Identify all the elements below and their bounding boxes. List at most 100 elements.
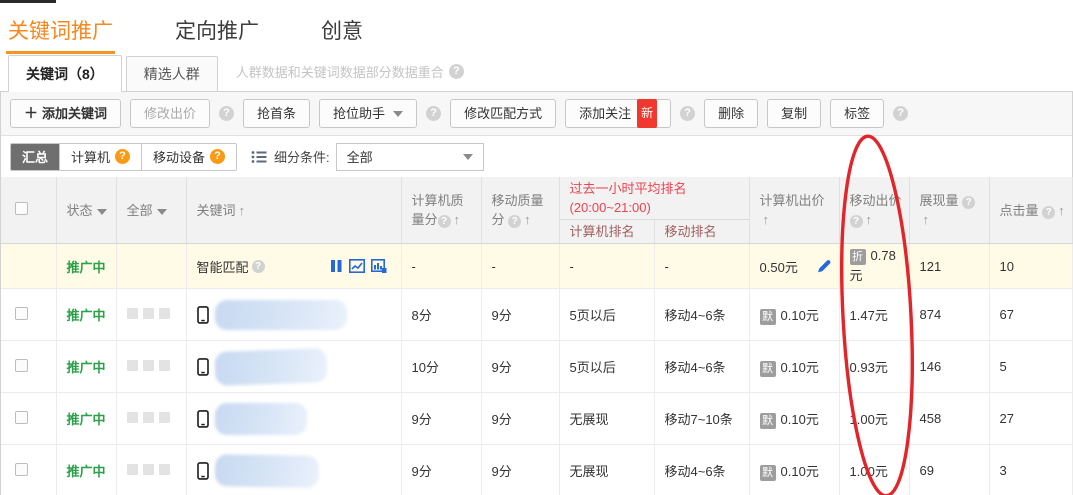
- sort-asc-icon[interactable]: ↑: [923, 212, 930, 227]
- select-all-checkbox[interactable]: [15, 202, 28, 215]
- help-icon[interactable]: ?: [508, 215, 521, 228]
- header-scope[interactable]: 全部: [116, 177, 186, 244]
- scope-cell: [116, 445, 186, 495]
- sort-asc-icon[interactable]: ↑: [1058, 203, 1065, 218]
- status-cell: 推广中: [56, 244, 116, 289]
- mobile-bid-cell: 0.93元: [839, 341, 909, 393]
- help-icon[interactable]: ?: [210, 149, 225, 164]
- sub-tabbar: 关键词（8） 精选人群 人群数据和关键词数据部分数据重合 ?: [0, 54, 1073, 91]
- keyword-cell[interactable]: [186, 341, 401, 393]
- help-icon[interactable]: ?: [680, 106, 695, 121]
- checkbox-cell: [1, 445, 56, 495]
- summary-row: 推广中 智能匹配 ? -: [1, 244, 1072, 289]
- window-edge-artifact: [0, 0, 56, 3]
- help-icon[interactable]: ?: [962, 196, 975, 209]
- segment-mobile[interactable]: 移动设备 ?: [141, 144, 236, 170]
- add-watch-button[interactable]: 添加关注 新: [565, 99, 671, 128]
- pause-icon[interactable]: [329, 259, 343, 273]
- row-checkbox[interactable]: [15, 307, 28, 320]
- mobile-phone-icon: [197, 358, 209, 376]
- pc-rank-cell: 无展现: [559, 445, 654, 495]
- keyword-cell[interactable]: [186, 393, 401, 445]
- pc-bid-cell: 默0.10元: [749, 393, 839, 445]
- help-icon[interactable]: ?: [115, 149, 130, 164]
- trend-chart-icon[interactable]: [349, 259, 365, 273]
- nav-tab-targeted-promotion[interactable]: 定向推广: [173, 15, 261, 54]
- keywords-table: 状态 全部 关键词↑ 计算机质量分?↑ 移动质量分 ?↑ 过去一小时平均排名(2…: [1, 177, 1073, 495]
- mobile-rank-cell: -: [654, 244, 749, 289]
- clicks-cell: 5: [989, 341, 1072, 393]
- mobile-phone-icon: [197, 306, 209, 324]
- redacted-keyword: [214, 348, 327, 386]
- segment-computer[interactable]: 计算机 ?: [59, 144, 141, 170]
- row-checkbox[interactable]: [15, 463, 28, 476]
- sort-asc-icon[interactable]: ↑: [763, 212, 770, 227]
- grab-headline-button[interactable]: 抢首条: [243, 99, 310, 128]
- tab-audience[interactable]: 精选人群: [126, 56, 218, 91]
- help-icon[interactable]: ?: [449, 64, 464, 79]
- tag-button[interactable]: 标签: [830, 99, 884, 128]
- row-checkbox[interactable]: [15, 359, 28, 372]
- pc-bid-value: 0.10元: [781, 308, 819, 323]
- segment-condition-label: 细分条件:: [274, 147, 330, 166]
- tab-keywords[interactable]: 关键词（8）: [8, 55, 122, 92]
- cell-empty: [1, 244, 56, 289]
- copy-button[interactable]: 复制: [767, 99, 821, 128]
- pc-quality-cell: 9分: [401, 393, 481, 445]
- impressions-cell: 146: [909, 341, 989, 393]
- header-mobile-bid[interactable]: 移动出价 ?↑: [839, 177, 909, 244]
- help-icon[interactable]: ?: [426, 106, 441, 121]
- help-icon[interactable]: ?: [850, 215, 863, 228]
- checkbox-cell: [1, 289, 56, 341]
- header-keyword[interactable]: 关键词↑: [186, 177, 401, 244]
- delete-button[interactable]: 删除: [704, 99, 758, 128]
- mobile-quality-cell: 9分: [481, 393, 559, 445]
- header-status[interactable]: 状态: [56, 177, 116, 244]
- keyword-cell[interactable]: [186, 289, 401, 341]
- header-pc-bid[interactable]: 计算机出价 ↑: [749, 177, 839, 244]
- pc-bid-cell: 0.50元: [749, 244, 839, 289]
- modify-bid-button[interactable]: 修改出价: [130, 99, 210, 128]
- sort-asc-icon[interactable]: ↑: [524, 212, 531, 227]
- chevron-down-icon: [463, 154, 473, 160]
- content-panel: ＋ 添加关键词 修改出价 ? 抢首条 抢位助手 ? 修改匹配方式 添加关注 新 …: [0, 91, 1073, 495]
- pc-rank-cell: -: [559, 244, 654, 289]
- new-badge: 新: [637, 99, 657, 128]
- header-pc-quality[interactable]: 计算机质量分?↑: [401, 177, 481, 244]
- header-impressions[interactable]: 展现量 ?↑: [909, 177, 989, 244]
- nav-tab-keyword-promotion[interactable]: 关键词推广: [6, 15, 115, 54]
- redacted-keyword: [215, 300, 347, 330]
- cell-empty: [116, 244, 186, 289]
- add-keyword-button[interactable]: ＋ 添加关键词: [10, 99, 121, 128]
- bar-chart-phone-icon[interactable]: [371, 259, 387, 273]
- rank-assistant-button[interactable]: 抢位助手: [319, 99, 417, 128]
- impressions-cell: 458: [909, 393, 989, 445]
- segment-summary[interactable]: 汇总: [11, 144, 59, 170]
- help-icon[interactable]: ?: [219, 106, 234, 121]
- mobile-phone-icon: [197, 410, 209, 428]
- help-icon[interactable]: ?: [1042, 206, 1055, 219]
- header-mobile-rank: 移动排名: [654, 220, 749, 244]
- sort-asc-icon[interactable]: ↑: [454, 212, 461, 227]
- edit-pencil-icon[interactable]: [816, 258, 832, 274]
- nav-tab-creative[interactable]: 创意: [319, 15, 365, 54]
- help-icon[interactable]: ?: [252, 260, 265, 273]
- filter-caret-icon: [157, 209, 167, 215]
- keyword-cell[interactable]: [186, 445, 401, 495]
- header-clicks[interactable]: 点击量 ?↑: [989, 177, 1072, 244]
- mobile-quality-cell: 9分: [481, 341, 559, 393]
- header-mobile-quality[interactable]: 移动质量分 ?↑: [481, 177, 559, 244]
- help-icon[interactable]: ?: [438, 215, 451, 228]
- modify-match-type-button[interactable]: 修改匹配方式: [450, 99, 556, 128]
- segment-condition-select[interactable]: 全部: [336, 143, 484, 171]
- row-checkbox[interactable]: [15, 411, 28, 424]
- impressions-cell: 121: [909, 244, 989, 289]
- sort-asc-icon[interactable]: ↑: [239, 203, 246, 218]
- table-row: 推广中 8分 9分 5页以后 移动4~6条 默0.10元 1.47元 874: [1, 289, 1072, 341]
- help-icon[interactable]: ?: [893, 106, 908, 121]
- status-cell: 推广中: [56, 445, 116, 495]
- mobile-quality-cell: 9分: [481, 289, 559, 341]
- sort-asc-icon[interactable]: ↑: [866, 212, 873, 227]
- header-checkbox-cell: [1, 177, 56, 244]
- pc-rank-cell: 无展现: [559, 393, 654, 445]
